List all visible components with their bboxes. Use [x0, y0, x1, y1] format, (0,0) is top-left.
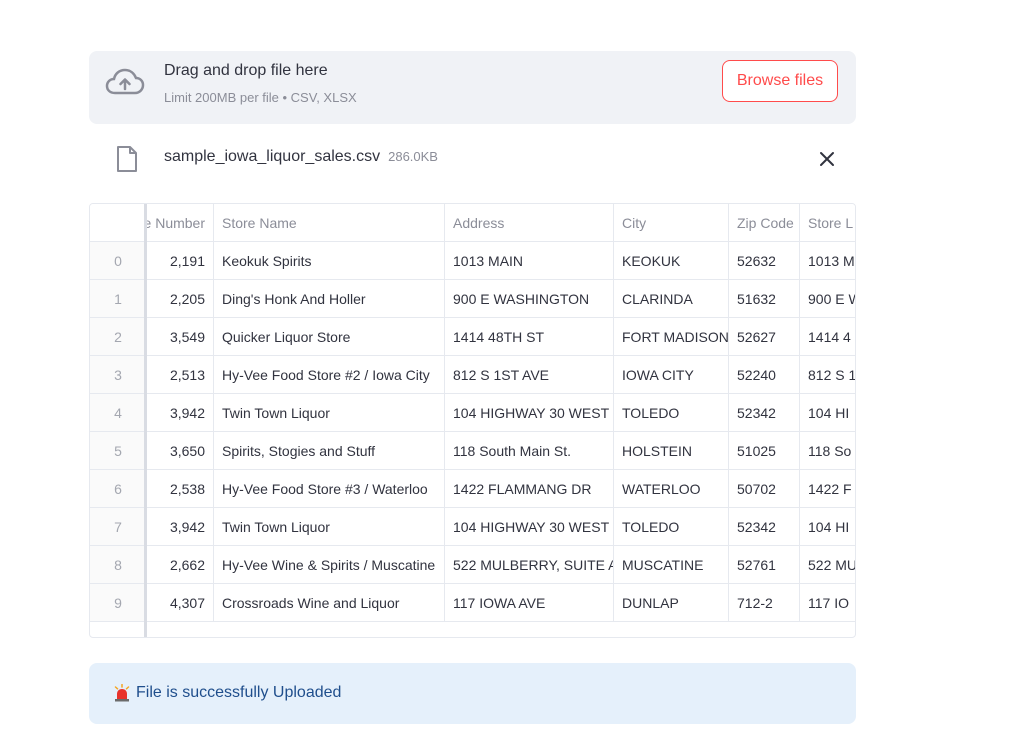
table-cell-name: Ding's Honk And Holler: [214, 280, 445, 318]
success-message: File is successfully Uploaded: [136, 684, 342, 701]
table-cell-number: 2,513: [147, 356, 214, 394]
table-cell-loc: 900 E W: [800, 280, 855, 318]
table-cell-loc: 104 HI: [800, 508, 855, 546]
table-cell-name: Twin Town Liquor: [214, 394, 445, 432]
row-index: 7: [90, 508, 147, 546]
table-cell-address: 1414 48TH ST: [445, 318, 614, 356]
table-cell-address: 812 S 1ST AVE: [445, 356, 614, 394]
table-cell-city: MUSCATINE: [614, 546, 729, 584]
dropzone-hint: Limit 200MB per file • CSV, XLSX: [164, 90, 357, 105]
table-cell-number: 4,307: [147, 584, 214, 622]
success-alert: File is successfully Uploaded: [89, 663, 856, 724]
table-cell-address: 104 HIGHWAY 30 WEST: [445, 394, 614, 432]
uploaded-file-row: sample_iowa_liquor_sales.csv 286.0KB: [89, 140, 856, 180]
table-cell-city: HOLSTEIN: [614, 432, 729, 470]
table-cell-name: Hy-Vee Wine & Spirits / Muscatine: [214, 546, 445, 584]
table-cell-loc: 522 MU: [800, 546, 855, 584]
table-cell-number: 3,942: [147, 508, 214, 546]
browse-files-button[interactable]: Browse files: [722, 60, 838, 102]
table-cell-zip: 52240: [729, 356, 800, 394]
table-cell-address: 1013 MAIN: [445, 242, 614, 280]
table-cell-zip: 52342: [729, 394, 800, 432]
file-dropzone[interactable]: Drag and drop file here Limit 200MB per …: [89, 51, 856, 124]
dropzone-title: Drag and drop file here: [164, 62, 328, 79]
table-cell-loc: 104 HI: [800, 394, 855, 432]
cloud-upload-icon: [105, 68, 145, 95]
row-index: 5: [90, 432, 147, 470]
table-cell-name: Hy-Vee Food Store #3 / Waterloo: [214, 470, 445, 508]
table-cell-zip: 50702: [729, 470, 800, 508]
row-index: 3: [90, 356, 147, 394]
table-cell-address: 118 South Main St.: [445, 432, 614, 470]
column-header[interactable]: Store Name: [214, 204, 445, 242]
table-cell-number: 3,549: [147, 318, 214, 356]
table-cell-address: 1422 FLAMMANG DR: [445, 470, 614, 508]
row-index: 0: [90, 242, 147, 280]
close-icon[interactable]: [817, 149, 837, 169]
table-cell-number: 2,191: [147, 242, 214, 280]
index-header: [90, 204, 147, 242]
table-cell-number: 3,942: [147, 394, 214, 432]
table-cell-number: 2,205: [147, 280, 214, 318]
table-cell-zip: 51025: [729, 432, 800, 470]
table-cell-address: 117 IOWA AVE: [445, 584, 614, 622]
data-table[interactable]: e Number Store Name Address City Zip Code Sto…: [89, 203, 856, 638]
table-cell-city: IOWA CITY: [614, 356, 729, 394]
table-cell-name: Keokuk Spirits: [214, 242, 445, 280]
row-index: 2: [90, 318, 147, 356]
table-cell-city: TOLEDO: [614, 394, 729, 432]
column-header[interactable]: Zip Code: [729, 204, 800, 242]
row-index: 1: [90, 280, 147, 318]
siren-icon: [114, 684, 130, 702]
table-cell-number: 3,650: [147, 432, 214, 470]
table-cell-loc: 812 S 1: [800, 356, 855, 394]
table-cell-zip: 52627: [729, 318, 800, 356]
column-header[interactable]: City: [614, 204, 729, 242]
table-cell-city: FORT MADISON: [614, 318, 729, 356]
table-cell-loc: 1422 F: [800, 470, 855, 508]
table-cell-city: KEOKUK: [614, 242, 729, 280]
table-cell-loc: 117 IO: [800, 584, 855, 622]
row-index: 6: [90, 470, 147, 508]
table-cell-address: 104 HIGHWAY 30 WEST: [445, 508, 614, 546]
table-cell-name: Hy-Vee Food Store #2 / Iowa City: [214, 356, 445, 394]
table-cell-city: TOLEDO: [614, 508, 729, 546]
table-cell-city: DUNLAP: [614, 584, 729, 622]
file-name-text: sample_iowa_liquor_sales.csv: [164, 148, 381, 165]
table-cell-address: 522 MULBERRY, SUITE A: [445, 546, 614, 584]
row-index: 9: [90, 584, 147, 622]
row-index: 8: [90, 546, 147, 584]
table-cell-loc: 1013 M: [800, 242, 855, 280]
row-index: 4: [90, 394, 147, 432]
column-header[interactable]: Store L: [800, 204, 855, 242]
file-size: 286.0KB: [388, 149, 438, 164]
table-cell-city: WATERLOO: [614, 470, 729, 508]
table-cell-zip: 712-2: [729, 584, 800, 622]
table-cell-number: 2,662: [147, 546, 214, 584]
table-cell-name: Spirits, Stogies and Stuff: [214, 432, 445, 470]
frozen-column-divider: [144, 204, 147, 637]
table-cell-address: 900 E WASHINGTON: [445, 280, 614, 318]
table-cell-name: Crossroads Wine and Liquor: [214, 584, 445, 622]
table-cell-loc: 118 So: [800, 432, 855, 470]
table-cell-zip: 52342: [729, 508, 800, 546]
table-cell-city: CLARINDA: [614, 280, 729, 318]
table-cell-number: 2,538: [147, 470, 214, 508]
table-cell-name: Quicker Liquor Store: [214, 318, 445, 356]
table-cell-loc: 1414 4: [800, 318, 855, 356]
file-name: sample_iowa_liquor_sales.csv 286.0KB: [164, 148, 438, 166]
table-cell-zip: 52761: [729, 546, 800, 584]
table-cell-name: Twin Town Liquor: [214, 508, 445, 546]
column-header[interactable]: Address: [445, 204, 614, 242]
file-icon: [117, 146, 137, 172]
table-cell-zip: 51632: [729, 280, 800, 318]
column-header[interactable]: e Number: [147, 204, 214, 242]
table-cell-zip: 52632: [729, 242, 800, 280]
